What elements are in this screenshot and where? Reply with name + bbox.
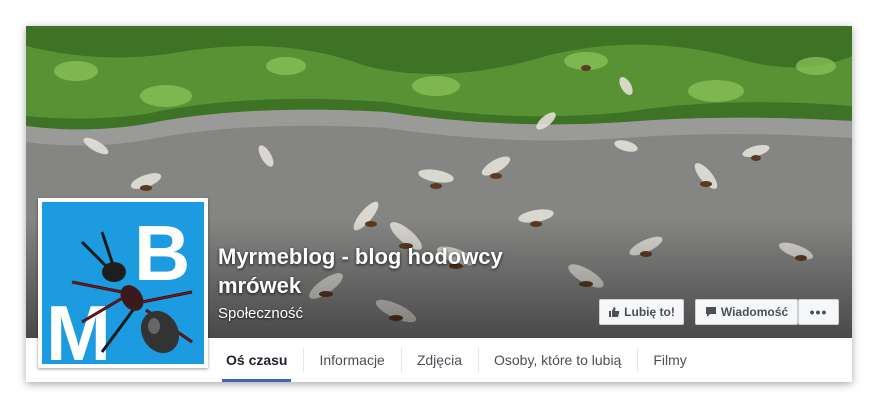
more-options-button[interactable]: ••• <box>798 299 839 325</box>
message-bubble-icon <box>705 306 717 318</box>
more-dots-icon: ••• <box>809 304 828 320</box>
page-tabs: Oś czasu Informacje Zdjęcia Osoby, które… <box>210 338 852 382</box>
page-title: Myrmeblog - blog hodowcy mrówek <box>218 244 503 298</box>
tab-likes[interactable]: Osoby, które to lubią <box>477 338 637 382</box>
page-header-card: B M Myrmeblog - blog hodowcy mrówek Społ… <box>26 26 852 382</box>
thumbs-up-icon <box>608 306 620 318</box>
message-button-label: Wiadomość <box>720 305 789 319</box>
like-button-label: Lubię to! <box>624 305 675 319</box>
page-category[interactable]: Społeczność <box>218 305 303 322</box>
svg-text:M: M <box>46 289 111 364</box>
tab-videos[interactable]: Filmy <box>637 338 702 382</box>
tab-about[interactable]: Informacje <box>303 338 400 382</box>
profile-picture[interactable]: B M <box>38 198 208 368</box>
tab-timeline[interactable]: Oś czasu <box>210 338 303 382</box>
tab-photos[interactable]: Zdjęcia <box>400 338 478 382</box>
svg-text:B: B <box>134 209 190 297</box>
like-button[interactable]: Lubię to! <box>599 299 684 325</box>
message-button[interactable]: Wiadomość <box>695 299 798 325</box>
profile-logo: B M <box>42 202 204 364</box>
ant-logo-icon: B M <box>46 209 193 364</box>
